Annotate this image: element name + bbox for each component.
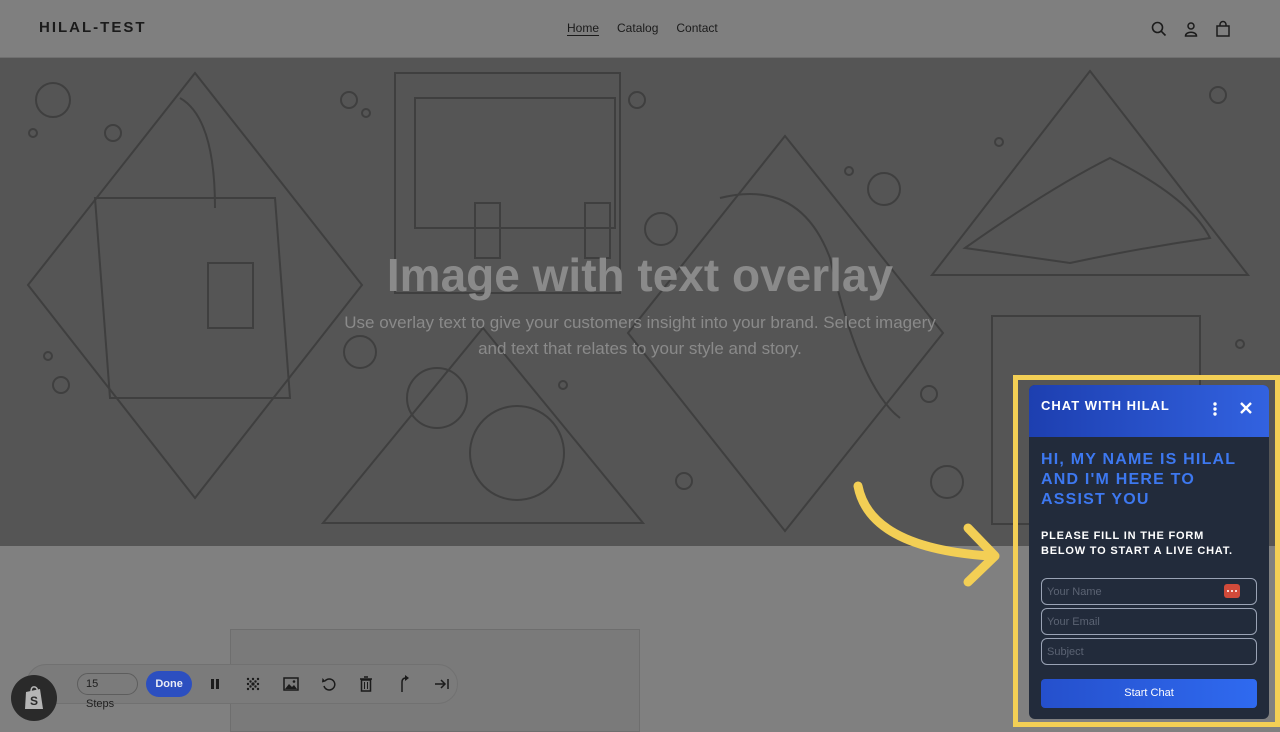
pause-icon[interactable]	[200, 672, 230, 696]
svg-text:S: S	[30, 694, 38, 708]
highlight-arrow-icon	[853, 481, 1000, 587]
chat-title: CHAT WITH HILAL	[1041, 398, 1170, 413]
chat-instructions: PLEASE FILL IN THE FORM BELOW TO START A…	[1041, 530, 1233, 557]
hero-title: Image with text overlay	[386, 249, 894, 301]
search-icon[interactable]	[1150, 20, 1168, 38]
trash-icon[interactable]	[351, 672, 381, 696]
nav-home[interactable]: Home	[567, 21, 599, 35]
skip-icon[interactable]	[427, 672, 457, 696]
recorder-toolbar: 15 Steps Done	[26, 664, 458, 710]
done-button[interactable]: Done	[146, 671, 192, 697]
nav-catalog[interactable]: Catalog	[617, 21, 658, 35]
header-icons	[1150, 20, 1232, 38]
image-icon[interactable]	[276, 672, 306, 696]
branch-icon[interactable]	[389, 672, 419, 696]
cart-icon[interactable]	[1214, 20, 1232, 38]
main-nav: Home Catalog Contact	[567, 21, 718, 35]
undo-icon[interactable]	[314, 672, 344, 696]
more-options-icon[interactable]	[1210, 401, 1220, 417]
subject-field[interactable]	[1041, 638, 1257, 665]
chat-greeting: HI, MY NAME IS HILAL AND I'M HERE TO ASS…	[1041, 451, 1236, 508]
nav-contact[interactable]: Contact	[676, 21, 717, 35]
blur-icon[interactable]	[238, 672, 268, 696]
hero-subtitle: Use overlay text to give your customers …	[344, 313, 936, 358]
close-icon[interactable]	[1238, 400, 1254, 416]
account-icon[interactable]	[1182, 20, 1200, 38]
chat-widget: CHAT WITH HILAL HI, MY NAME IS HILAL AND…	[1029, 385, 1269, 719]
shopify-logo-icon[interactable]: S	[11, 675, 57, 721]
store-logo[interactable]: HILAL-TEST	[39, 19, 147, 36]
email-field[interactable]	[1041, 608, 1257, 635]
steps-counter[interactable]: 15 Steps	[77, 673, 139, 710]
start-chat-button[interactable]: Start Chat	[1041, 679, 1257, 708]
chat-header: CHAT WITH HILAL	[1029, 385, 1269, 437]
store-header: HILAL-TEST Home Catalog Contact	[0, 0, 1280, 58]
password-manager-icon[interactable]	[1224, 584, 1240, 598]
